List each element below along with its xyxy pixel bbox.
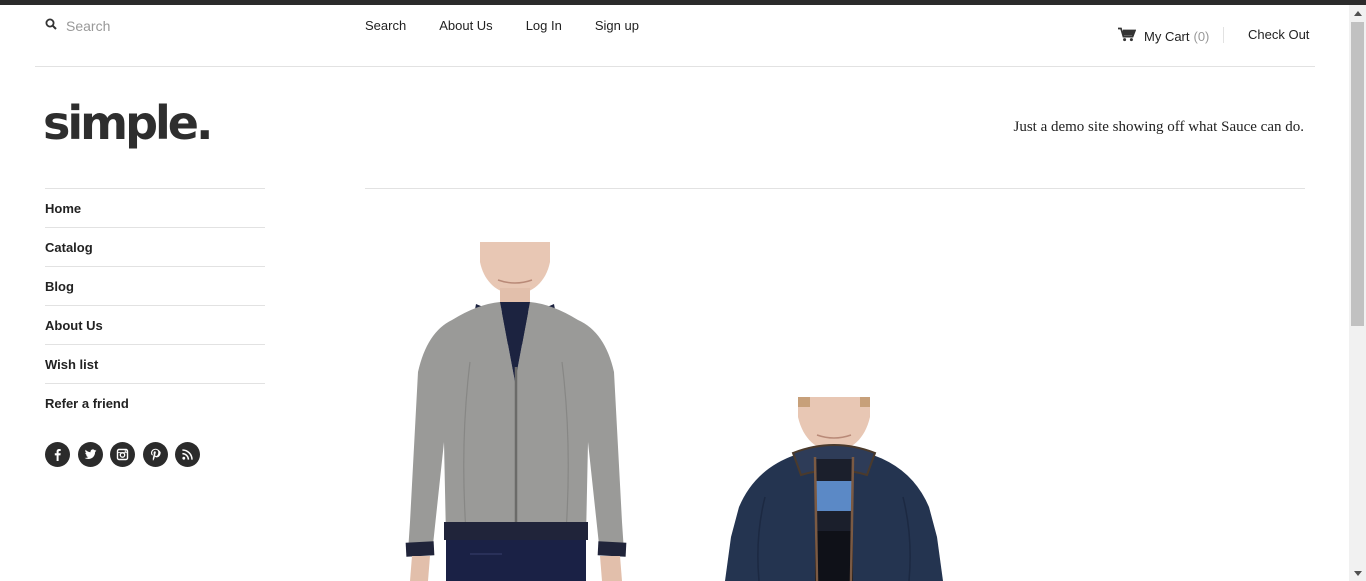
my-cart-link[interactable]: My Cart (0) [1118, 27, 1209, 45]
twitter-icon[interactable] [77, 442, 103, 467]
sidebar-item-wish-list[interactable]: Wish list [45, 344, 265, 383]
facebook-icon[interactable] [45, 442, 70, 467]
cart-count: (0) [1193, 28, 1210, 44]
top-nav-sign-up[interactable]: Sign up [595, 18, 639, 33]
site-logo[interactable]: simple. [43, 96, 213, 150]
instagram-icon[interactable] [110, 442, 135, 467]
site-header: Search About Us Log In Sign up My Cart (… [0, 5, 1349, 67]
top-nav-log-in[interactable]: Log In [526, 18, 562, 33]
site-tagline: Just a demo site showing off what Sauce … [1013, 119, 1304, 135]
sidebar-nav: Home Catalog Blog About Us Wish list Ref… [45, 188, 265, 422]
sidebar-item-home[interactable]: Home [45, 188, 265, 227]
scroll-down-arrow-icon[interactable] [1349, 565, 1366, 581]
sidebar-item-catalog[interactable]: Catalog [45, 227, 265, 266]
sidebar-item-about-us[interactable]: About Us [45, 305, 265, 344]
product-image-navy-jacket[interactable] [725, 397, 943, 581]
product-image-grey-jacket[interactable] [400, 242, 632, 581]
rss-icon[interactable] [175, 442, 200, 467]
cart-label: My Cart [1144, 28, 1190, 44]
social-links [45, 442, 208, 467]
sidebar-item-refer-a-friend[interactable]: Refer a friend [45, 383, 265, 422]
search-bar [45, 17, 306, 35]
top-nav-search[interactable]: Search [365, 18, 406, 33]
header-divider [1223, 27, 1224, 43]
pinterest-icon[interactable] [142, 442, 168, 467]
check-out-link[interactable]: Check Out [1248, 27, 1309, 42]
scroll-up-arrow-icon[interactable] [1349, 5, 1366, 21]
search-icon[interactable] [45, 17, 57, 35]
header-divider-line [35, 66, 1315, 67]
search-input[interactable] [66, 18, 306, 34]
content-divider-line [365, 188, 1305, 189]
sidebar-item-blog[interactable]: Blog [45, 266, 265, 305]
top-nav: Search About Us Log In Sign up [365, 18, 672, 33]
vertical-scrollbar[interactable] [1349, 5, 1366, 581]
top-nav-about-us[interactable]: About Us [439, 18, 492, 33]
scrollbar-thumb[interactable] [1351, 22, 1364, 326]
cart-icon [1118, 27, 1144, 45]
